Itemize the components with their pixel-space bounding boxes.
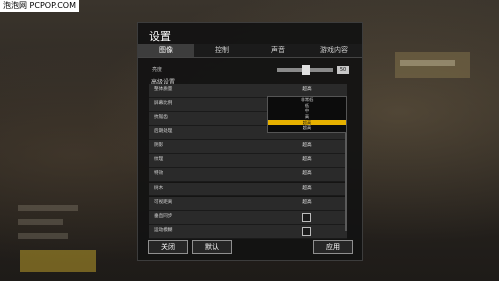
settings-tabs: 图像 控制 声音 游戏内容 (138, 44, 362, 58)
setting-value[interactable]: 超高 (269, 168, 345, 180)
setting-label: 后期处理 (154, 129, 173, 135)
brightness-label: 亮度 (152, 67, 163, 73)
dropdown-option[interactable]: 超高 (268, 125, 346, 131)
setting-value[interactable]: 超高 (269, 197, 345, 209)
setting-label: 阴影 (154, 143, 164, 149)
setting-label: 特效 (154, 171, 164, 177)
background-menu-line (18, 219, 63, 225)
setting-row-effects[interactable]: 特效 超高 (149, 168, 347, 183)
background-banner-text (400, 60, 455, 66)
background-start-button (20, 250, 96, 272)
brightness-slider-handle[interactable] (302, 65, 310, 75)
tab-gameplay[interactable]: 游戏内容 (306, 44, 362, 57)
setting-row-view-distance[interactable]: 可视距离 超高 (149, 196, 347, 211)
close-button[interactable]: 关闭 (148, 240, 188, 254)
setting-row-vsync[interactable]: 垂直同步 (149, 210, 347, 225)
default-button[interactable]: 默认 (192, 240, 232, 254)
setting-value[interactable]: 超高 (269, 183, 345, 195)
setting-label: 抗锯齿 (154, 115, 168, 121)
background-menu-line (18, 233, 68, 239)
settings-dialog: 设置 图像 控制 声音 游戏内容 亮度 50 高级设置 整体质量 超高 屏幕比例… (137, 22, 363, 261)
setting-value[interactable]: 超高 (269, 84, 345, 96)
setting-label: 整体质量 (154, 87, 173, 92)
dialog-footer: 关闭 默认 应用 (138, 235, 362, 255)
tab-graphics[interactable]: 图像 (138, 44, 194, 57)
setting-label: 树木 (154, 185, 164, 191)
watermark: 泡泡网 PCPOP.COM (0, 0, 79, 12)
vsync-checkbox[interactable] (302, 212, 311, 222)
setting-label: 垂直同步 (154, 213, 173, 219)
dialog-title: 设置 (149, 30, 171, 43)
setting-row-textures[interactable]: 纹理 超高 (149, 154, 347, 169)
apply-button[interactable]: 应用 (313, 240, 353, 254)
setting-row-shadows[interactable]: 阴影 超高 (149, 140, 347, 155)
tab-controls[interactable]: 控制 (194, 44, 250, 57)
setting-label: 纹理 (154, 157, 164, 163)
setting-row-foliage[interactable]: 树木 超高 (149, 182, 347, 197)
brightness-value-field[interactable]: 50 (337, 66, 349, 74)
quality-dropdown-menu: 非常低 低 中 高 超高 超高 (267, 96, 347, 133)
setting-value[interactable]: 超高 (269, 140, 345, 152)
brightness-row: 亮度 50 (149, 65, 349, 75)
setting-value[interactable]: 超高 (269, 154, 345, 166)
setting-label: 可视距离 (154, 199, 173, 205)
tab-sound[interactable]: 声音 (250, 44, 306, 57)
background-menu-line (18, 205, 78, 211)
setting-label: 屏幕比例 (154, 101, 173, 107)
